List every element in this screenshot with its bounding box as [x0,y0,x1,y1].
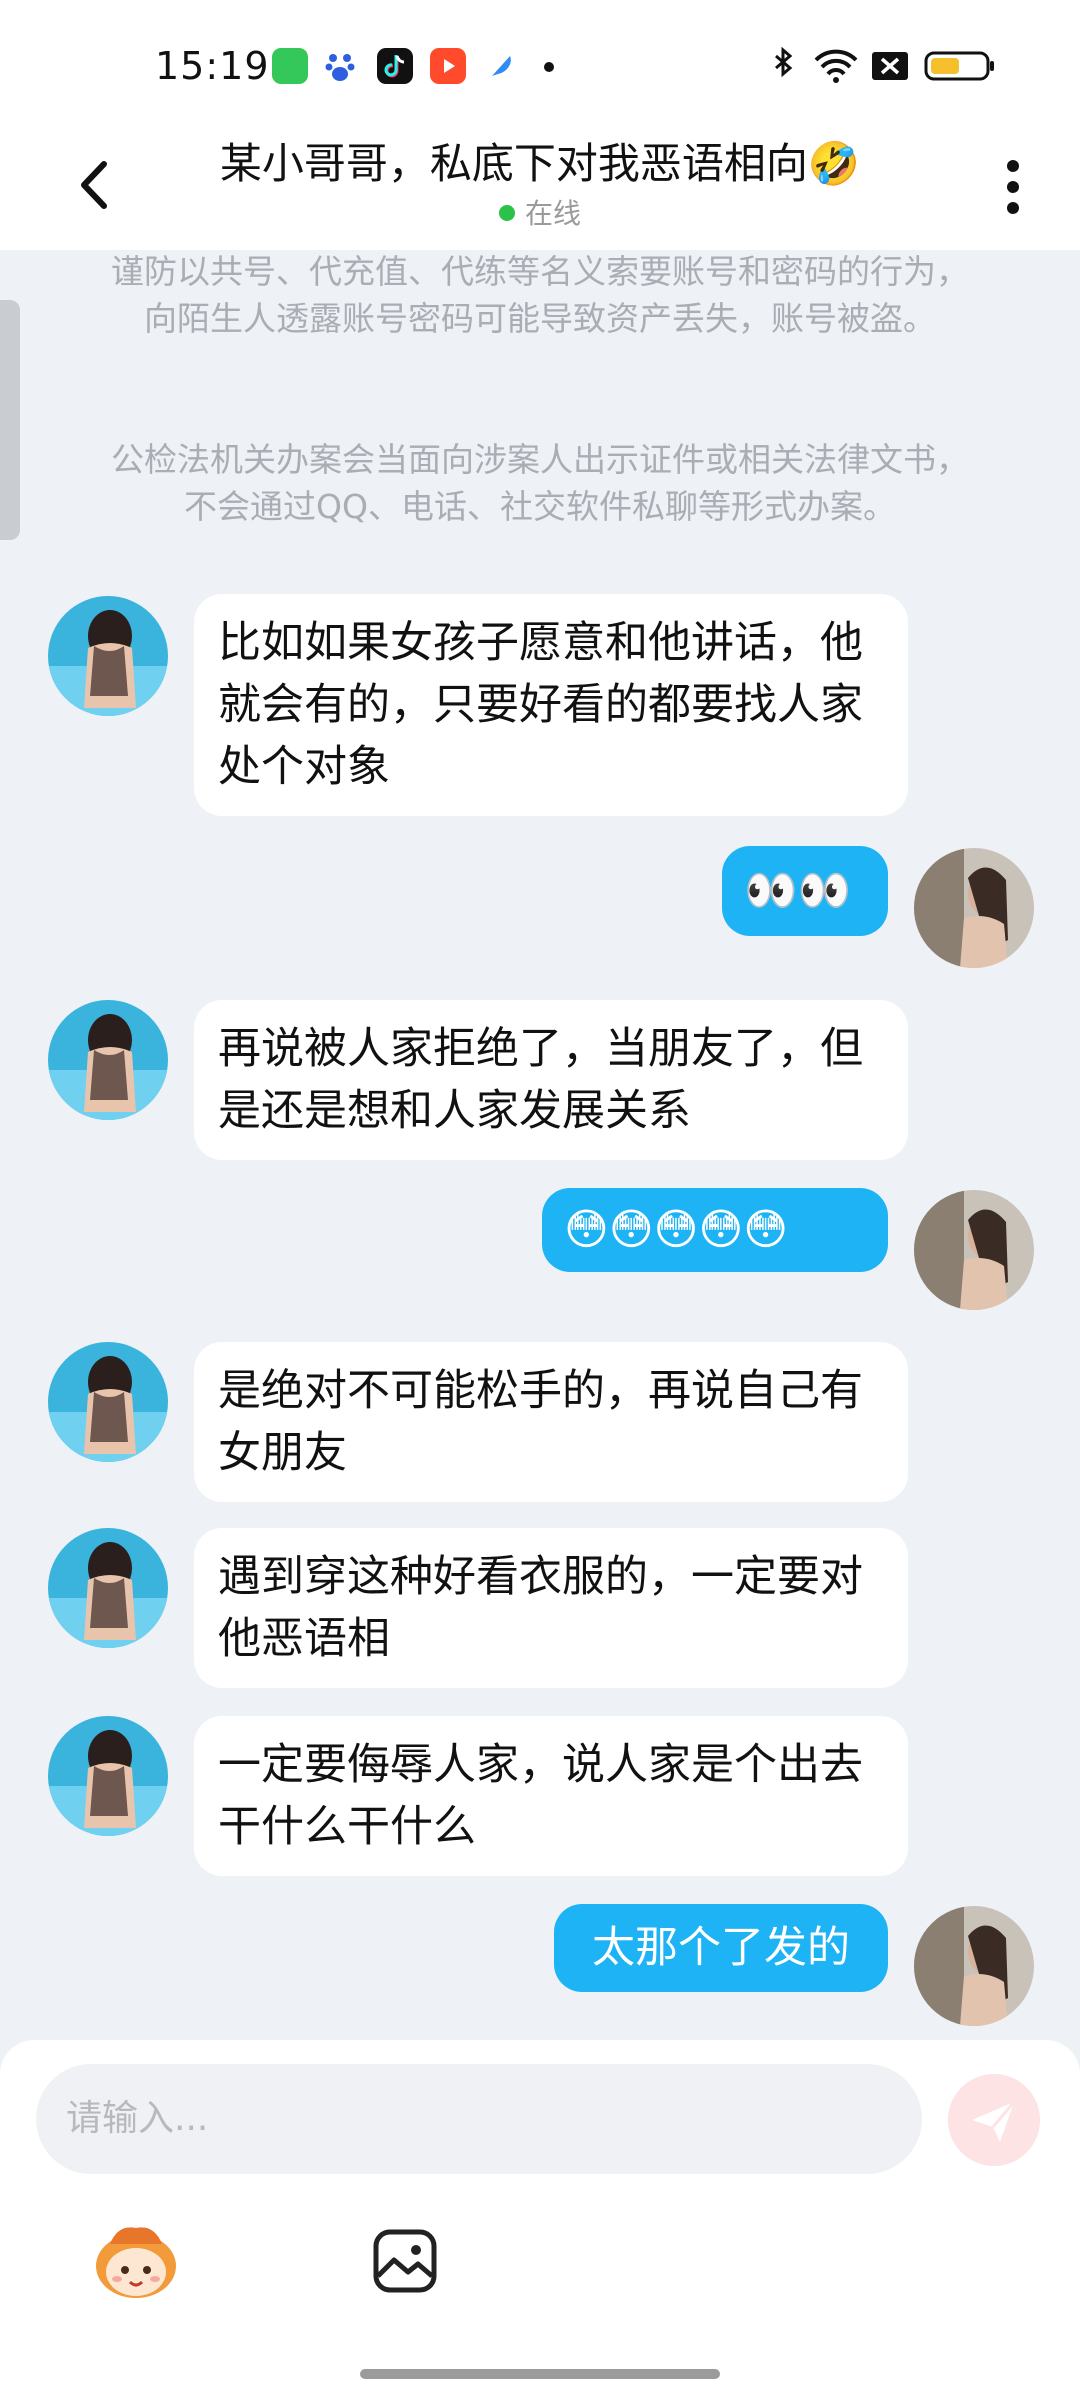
chat-header: 某小哥哥，私底下对我恶语相向🤣 在线 [0,130,1080,250]
message-bubble[interactable]: 👀👀 [722,846,888,936]
online-status-label: 在线 [524,197,581,230]
contact-avatar[interactable] [48,596,168,716]
message-bubble[interactable]: 太那个了发的 [554,1904,888,1992]
eyes-emoji: 👀👀 [744,866,852,916]
scrollbar-handle[interactable] [0,300,20,540]
status-bar: 15:19 [0,0,1080,130]
message-bubble[interactable]: 一定要侮辱人家，说人家是个出去干什么干什么 [194,1716,908,1876]
online-dot-icon [498,205,515,221]
bluetooth-icon [775,46,793,78]
legal-notice: 公检法机关办案会当面向涉案人出示证件或相关法律文书，不会通过QQ、电话、社交软件… [111,440,969,526]
baidu-icon [322,48,358,84]
video-icon [430,48,466,84]
battery-icon [924,51,994,81]
message-bubble[interactable]: 是绝对不可能松手的，再说自己有女朋友 [194,1342,908,1502]
message-input[interactable]: 请输入... [36,2064,922,2174]
flushed-emoji: 😳😳😳😳😳 [564,1205,789,1255]
no-sim-icon [872,52,908,80]
my-avatar[interactable] [914,848,1034,968]
image-picker-icon[interactable] [370,2226,440,2296]
chat-title: 某小哥哥，私底下对我恶语相向🤣 [219,139,861,188]
security-notice: 谨防以共号、代充值、代练等名义索要账号和密码的行为，向陌生人透露账号密码可能导致… [111,252,969,338]
status-time: 15:19 [155,44,270,88]
message-bubble[interactable]: 😳😳😳😳😳 [542,1188,888,1272]
contact-avatar[interactable] [48,1528,168,1648]
message-bubble[interactable]: 遇到穿这种好看衣服的，一定要对他恶语相 [194,1528,908,1688]
contact-avatar[interactable] [48,1342,168,1462]
send-icon[interactable] [948,2074,1040,2166]
my-avatar[interactable] [914,1190,1034,1310]
contact-avatar[interactable] [48,1000,168,1120]
douyin-icon [377,48,413,84]
message-bubble[interactable]: 再说被人家拒绝了，当朋友了，但是还是想和人家发展关系 [194,1000,908,1160]
my-avatar[interactable] [914,1906,1034,2026]
emoji-sticker-icon[interactable] [92,2222,180,2302]
notification-dot [544,62,554,72]
online-status: 在线 [0,192,1080,232]
contact-avatar[interactable] [48,1716,168,1836]
chat-screen: 15:19 某小哥哥，私底下对我恶语相向🤣 在线 谨防以共号、代充值、代练等名义… [0,0,1080,2400]
home-indicator[interactable] [360,2369,720,2379]
wifi-icon [814,49,858,83]
composer: 请输入... [0,2040,1080,2400]
feather-icon [484,48,520,84]
green-app-icon [272,48,308,84]
more-options-icon[interactable] [998,152,1028,222]
message-bubble[interactable]: 比如如果女孩子愿意和他讲话，他就会有的，只要好看的都要找人家处个对象 [194,594,908,816]
